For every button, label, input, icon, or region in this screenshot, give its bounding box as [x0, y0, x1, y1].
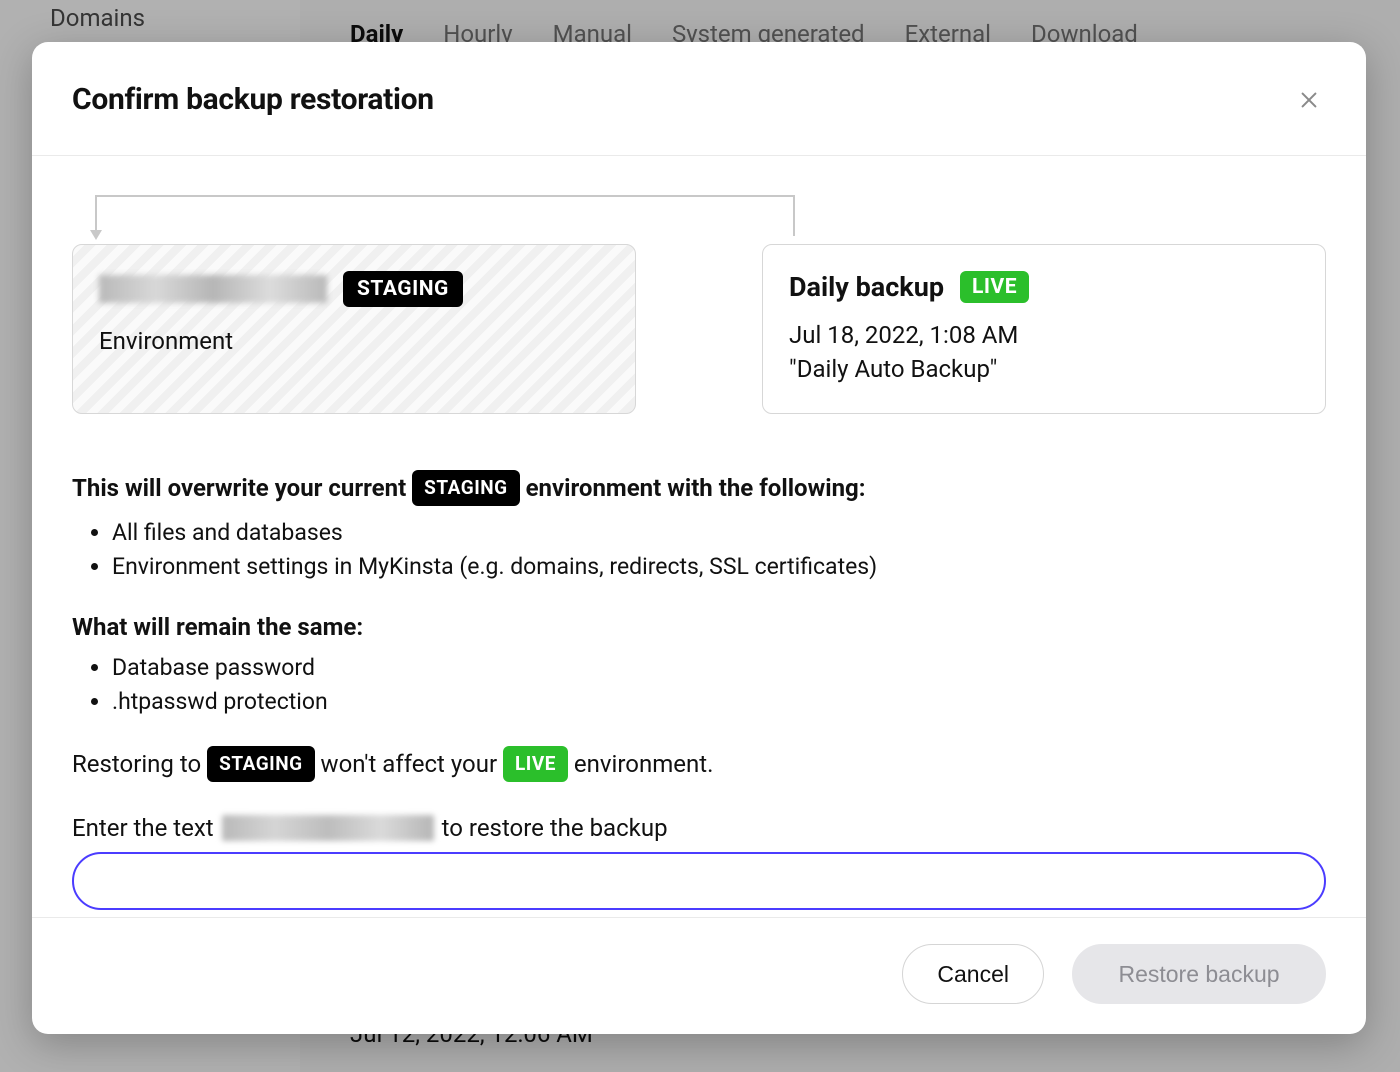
destination-sublabel: Environment — [99, 327, 609, 355]
modal-title: Confirm backup restoration — [72, 82, 434, 117]
close-button[interactable] — [1292, 83, 1326, 117]
overwrite-text-before: This will overwrite your current — [72, 474, 406, 502]
modal-footer: Cancel Restore backup — [32, 917, 1366, 1034]
live-badge-inline: LIVE — [503, 746, 568, 783]
confirm-before: Enter the text — [72, 814, 214, 842]
environment-cards: STAGING Environment Daily backup LIVE Ju… — [72, 244, 1326, 414]
overwrite-text-after: environment with the following: — [526, 474, 866, 502]
source-title: Daily backup — [789, 271, 944, 303]
staging-badge-inline: STAGING — [412, 470, 519, 506]
list-item: Database password — [112, 651, 1326, 686]
note-before: Restoring to — [72, 750, 201, 778]
remain-list: Database password .htpasswd protection — [112, 651, 1326, 720]
source-timestamp: Jul 18, 2022, 1:08 AM — [789, 321, 1299, 349]
confirm-after: to restore the backup — [442, 814, 668, 842]
list-item: Environment settings in MyKinsta (e.g. d… — [112, 550, 1326, 585]
arrow-icon — [86, 192, 802, 248]
note-mid: won't affect your — [321, 750, 498, 778]
destination-name-redacted — [99, 275, 327, 303]
note-after: environment. — [574, 750, 714, 778]
source-card: Daily backup LIVE Jul 18, 2022, 1:08 AM … — [762, 244, 1326, 414]
overwrite-list: All files and databases Environment sett… — [112, 516, 1326, 585]
confirm-restore-modal: Confirm backup restoration STAGING Envir… — [32, 42, 1366, 1034]
modal-body: STAGING Environment Daily backup LIVE Ju… — [32, 156, 1366, 917]
overwrite-lead: This will overwrite your current STAGING… — [72, 470, 1326, 506]
cancel-button[interactable]: Cancel — [902, 944, 1044, 1004]
flow-arrow — [72, 192, 1326, 244]
restore-button[interactable]: Restore backup — [1072, 944, 1326, 1004]
confirm-label: Enter the text to restore the backup — [72, 814, 1326, 842]
confirm-input[interactable] — [72, 852, 1326, 910]
source-description: "Daily Auto Backup" — [789, 355, 1299, 383]
confirm-text-redacted — [222, 815, 434, 841]
destination-card: STAGING Environment — [72, 244, 636, 414]
staging-badge-inline-2: STAGING — [207, 746, 314, 783]
staging-badge: STAGING — [343, 271, 463, 307]
list-item: All files and databases — [112, 516, 1326, 551]
restore-note: Restoring to STAGING won't affect your L… — [72, 746, 1326, 783]
list-item: .htpasswd protection — [112, 685, 1326, 720]
modal-header: Confirm backup restoration — [32, 42, 1366, 156]
live-badge: LIVE — [960, 271, 1029, 303]
close-icon — [1298, 89, 1320, 111]
overwrite-section: This will overwrite your current STAGING… — [72, 470, 1326, 910]
remain-heading: What will remain the same: — [72, 613, 1326, 641]
